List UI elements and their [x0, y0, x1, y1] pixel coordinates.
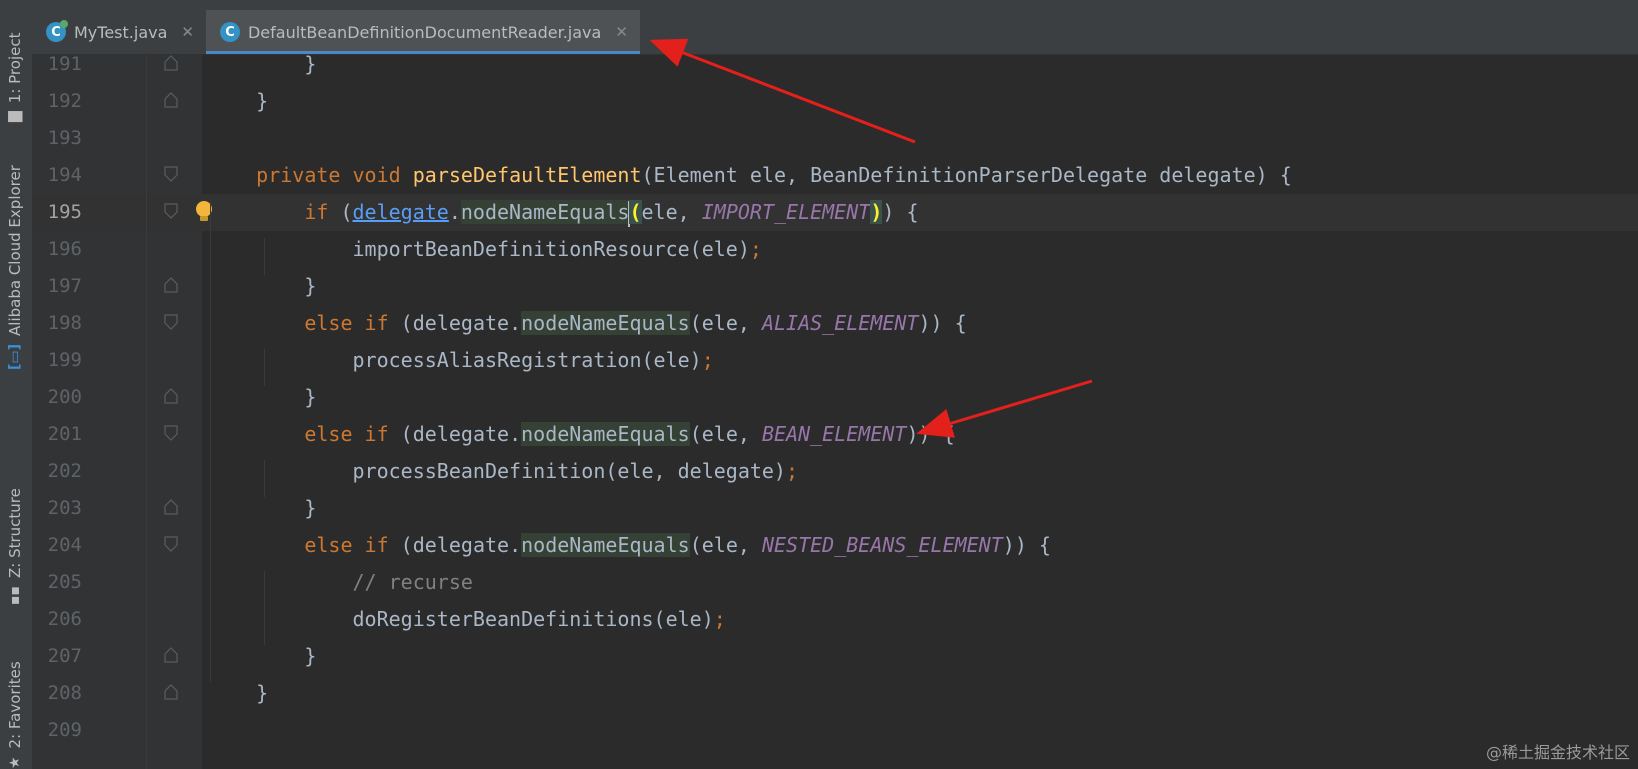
tab-label: DefaultBeanDefinitionDocumentReader.java	[247, 22, 602, 42]
line-number: 191	[47, 53, 82, 75]
close-icon[interactable]: ✕	[181, 23, 194, 41]
indent-guide	[264, 238, 265, 275]
code-line[interactable]: 196 importBeanDefinitionResource(ele);	[32, 231, 1638, 268]
indent-guide	[264, 349, 265, 386]
code-text: if (delegate.nodeNameEquals(ele, IMPORT_…	[208, 194, 918, 231]
code-line-current[interactable]: 195 if (delegate.nodeNameEquals(ele, IMP…	[32, 194, 1638, 231]
fold-end-icon[interactable]	[164, 499, 178, 515]
code-line[interactable]: 208 }	[32, 675, 1638, 712]
code-text: }	[208, 274, 317, 298]
line-number: 204	[47, 534, 82, 556]
line-number: 197	[47, 275, 82, 297]
code-line[interactable]: 191 }	[32, 46, 1638, 83]
line-number: 193	[47, 127, 82, 149]
code-text: processAliasRegistration(ele);	[352, 348, 714, 372]
code-line[interactable]: 199 processAliasRegistration(ele);	[32, 342, 1638, 379]
code-text: private void parseDefaultElement(Element…	[256, 163, 1292, 187]
line-number: 195	[47, 201, 82, 223]
tab-label: MyTest.java	[74, 22, 168, 42]
code-line[interactable]: 194 private void parseDefaultElement(Ele…	[32, 157, 1638, 194]
code-text: doRegisterBeanDefinitions(ele);	[352, 607, 726, 631]
code-text: else if (delegate.nodeNameEquals(ele, AL…	[304, 311, 967, 335]
line-number: 192	[47, 90, 82, 112]
fold-end-icon[interactable]	[164, 388, 178, 404]
top-toolbar-edge	[32, 0, 1638, 10]
line-number: 203	[47, 497, 82, 519]
gutter-fold-line	[146, 55, 147, 769]
code-text: // recurse	[352, 570, 473, 594]
code-text: }	[208, 89, 269, 113]
code-line[interactable]: 205 // recurse	[32, 564, 1638, 601]
code-text: else if (delegate.nodeNameEquals(ele, BE…	[304, 422, 955, 446]
code-line[interactable]: 209	[32, 712, 1638, 749]
line-number: 199	[47, 349, 82, 371]
code-text: }	[208, 496, 317, 520]
fold-end-icon[interactable]	[164, 647, 178, 663]
fold-end-icon[interactable]	[164, 684, 178, 700]
line-number: 198	[47, 312, 82, 334]
code-line[interactable]: 206 doRegisterBeanDefinitions(ele);	[32, 601, 1638, 638]
code-line[interactable]: 198 else if (delegate.nodeNameEquals(ele…	[32, 305, 1638, 342]
line-number: 201	[47, 423, 82, 445]
fold-start-icon[interactable]	[164, 536, 178, 552]
code-text: importBeanDefinitionResource(ele);	[352, 237, 762, 261]
fold-start-icon[interactable]	[164, 203, 178, 219]
fold-end-icon[interactable]	[164, 55, 178, 71]
close-icon[interactable]: ✕	[615, 23, 628, 41]
fold-start-icon[interactable]	[164, 166, 178, 182]
code-text: }	[208, 644, 317, 668]
line-number: 205	[47, 571, 82, 593]
code-line[interactable]: 204 else if (delegate.nodeNameEquals(ele…	[32, 527, 1638, 564]
indent-guide	[210, 201, 211, 682]
code-line[interactable]: 203 }	[32, 490, 1638, 527]
code-line[interactable]: 197 }	[32, 268, 1638, 305]
code-text: processBeanDefinition(ele, delegate);	[352, 459, 799, 483]
line-number: 206	[47, 608, 82, 630]
fold-end-icon[interactable]	[164, 277, 178, 293]
fold-start-icon[interactable]	[164, 425, 178, 441]
code-line[interactable]: 200 }	[32, 379, 1638, 416]
java-class-icon: C	[219, 22, 240, 42]
line-number: 200	[47, 386, 82, 408]
line-number: 207	[47, 645, 82, 667]
code-line[interactable]: 201 else if (delegate.nodeNameEquals(ele…	[32, 416, 1638, 453]
code-text: }	[208, 681, 269, 705]
code-line[interactable]: 207 }	[32, 638, 1638, 675]
line-number: 209	[47, 719, 82, 741]
indent-guide	[264, 460, 265, 497]
code-text: }	[208, 52, 317, 76]
line-number: 208	[47, 682, 82, 704]
line-number: 196	[47, 238, 82, 260]
line-number: 202	[47, 460, 82, 482]
code-text: else if (delegate.nodeNameEquals(ele, NE…	[304, 533, 1051, 557]
code-text: }	[208, 385, 317, 409]
watermark: @稀土掘金技术社区	[1485, 743, 1630, 762]
code-line[interactable]: 193	[32, 120, 1638, 157]
java-class-icon: C	[46, 20, 68, 42]
code-line[interactable]: 202 processBeanDefinition(ele, delegate)…	[32, 453, 1638, 490]
fold-end-icon[interactable]	[164, 92, 178, 108]
code-line[interactable]: 192 }	[32, 83, 1638, 120]
line-number: 194	[47, 164, 82, 186]
fold-start-icon[interactable]	[164, 314, 178, 330]
indent-guide	[264, 571, 265, 645]
